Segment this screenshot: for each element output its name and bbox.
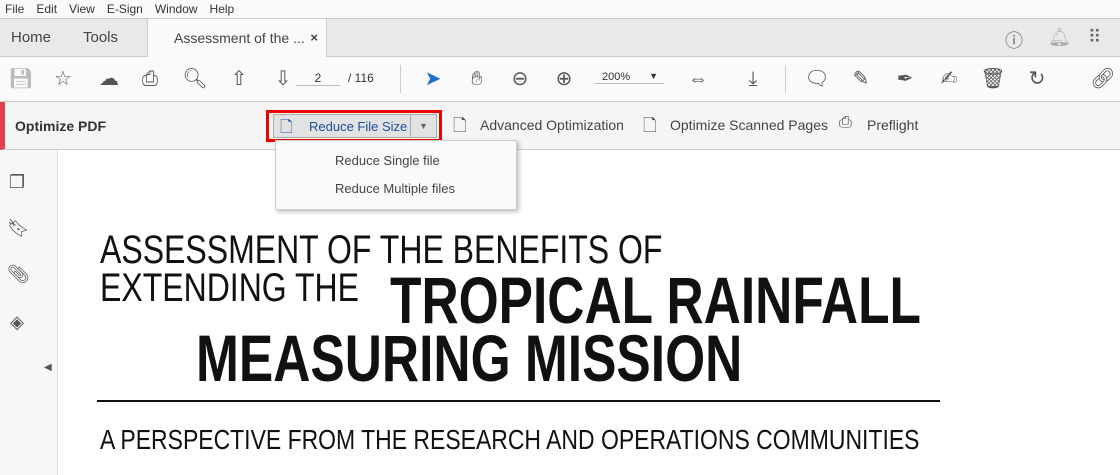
apps-grid-icon[interactable]: ⠿ — [1088, 27, 1101, 48]
tab-tools[interactable]: Tools — [83, 19, 118, 57]
chevron-down-icon: ▼ — [649, 71, 658, 81]
menu-file[interactable]: File — [0, 2, 31, 16]
zoom-in-icon[interactable]: ⊕ — [551, 66, 577, 92]
tab-home[interactable]: Home — [11, 19, 51, 57]
toolbar: 💾︎ ☆ ☁ ⎙ 🔍︎ ⇧ ⇩ 2 / 116 ➤ ✋︎ ⊖ ⊕ 200% ▼ ⇔… — [0, 57, 1120, 102]
collapse-panel-icon[interactable]: ◀ — [44, 362, 52, 373]
page-total: / 116 — [348, 71, 374, 85]
comment-icon[interactable]: 🗨︎ — [804, 66, 830, 92]
menu-view[interactable]: View — [64, 2, 102, 16]
reduce-dropdown-menu: Reduce Single file Reduce Multiple files — [275, 140, 517, 210]
preflight-icon: ⎙ — [839, 114, 852, 131]
pages-icon[interactable]: ❐ — [7, 172, 27, 193]
share-link-icon[interactable]: 🔗︎ — [1090, 66, 1116, 92]
hand-icon[interactable]: ✋︎ — [464, 66, 490, 92]
zoom-out-icon[interactable]: ⊖ — [507, 66, 533, 92]
menu-esign[interactable]: E-Sign — [102, 2, 150, 16]
fit-page-icon[interactable]: ⇔ — [685, 66, 711, 92]
left-panel: ❐ 🔖︎ 📎︎ ◈ ◀ — [0, 150, 58, 475]
help-icon[interactable]: ⓘ — [1005, 27, 1023, 53]
page-up-icon[interactable]: ⇧ — [226, 66, 252, 92]
optimize-title: Optimize PDF — [15, 118, 107, 134]
close-icon[interactable]: × — [310, 19, 318, 57]
sign-icon[interactable]: ✒ — [892, 66, 918, 92]
tab-document-label: Assessment of the ... — [174, 30, 305, 46]
upload-cloud-icon[interactable]: ☁ — [96, 66, 122, 92]
page-number-input[interactable]: 2 — [296, 71, 340, 86]
bookmark-icon[interactable]: 🔖︎ — [7, 218, 30, 239]
divider — [97, 400, 940, 402]
menu-item-reduce-single[interactable]: Reduce Single file — [335, 153, 440, 168]
doc-subtitle: A PERSPECTIVE FROM THE RESEARCH AND OPER… — [100, 424, 920, 455]
reduce-file-size-label: Reduce File Size — [309, 119, 408, 134]
star-icon[interactable]: ☆ — [50, 66, 76, 92]
zoom-select[interactable]: 200% ▼ — [594, 71, 664, 84]
tab-document[interactable]: Assessment of the ... × — [147, 19, 327, 58]
menu-window[interactable]: Window — [150, 2, 205, 16]
menu-help[interactable]: Help — [205, 2, 242, 16]
menu-item-reduce-multiple[interactable]: Reduce Multiple files — [335, 181, 455, 196]
optimize-scanned-button[interactable]: Optimize Scanned Pages — [670, 117, 828, 133]
select-cursor-icon[interactable]: ➤ — [420, 66, 446, 92]
menu-edit[interactable]: Edit — [31, 2, 64, 16]
doc-title-line2a: EXTENDING THE — [100, 266, 359, 310]
menu-bar: File Edit View E-Sign Window Help — [0, 0, 1120, 18]
highlight-icon[interactable]: ✎ — [848, 66, 874, 92]
print-icon[interactable]: ⎙ — [137, 66, 163, 92]
chevron-down-icon[interactable]: ▼ — [410, 115, 436, 137]
attachment-icon[interactable]: 📎︎ — [7, 264, 30, 285]
search-icon[interactable]: 🔍︎ — [182, 66, 208, 92]
zoom-value: 200% — [602, 71, 631, 83]
divider — [785, 65, 786, 93]
tab-bar: Home Tools Assessment of the ... × ⓘ 🔔︎ ⠿ — [0, 18, 1120, 58]
scan-icon: 🗋︎ — [643, 116, 657, 135]
rotate-icon[interactable]: ↻ — [1024, 66, 1050, 92]
preflight-button[interactable]: Preflight — [867, 117, 918, 133]
save-icon[interactable]: 💾︎ — [8, 66, 34, 92]
bell-icon[interactable]: 🔔︎ — [1048, 27, 1071, 48]
reduce-file-size-button[interactable]: 🗋︎ Reduce File Size ▼ — [273, 114, 437, 138]
trash-icon[interactable]: 🗑︎ — [980, 66, 1006, 92]
edit-pdf-icon[interactable]: ✍︎ — [936, 66, 962, 92]
advanced-optimization-icon: 🗋︎ — [453, 116, 467, 135]
doc-title-line3: MEASURING MISSION — [196, 321, 743, 395]
scroll-mode-icon[interactable]: ⤓ — [740, 66, 766, 92]
layers-icon[interactable]: ◈ — [7, 312, 27, 333]
divider — [400, 65, 401, 93]
advanced-optimization-button[interactable]: Advanced Optimization — [480, 117, 624, 133]
page-down-icon[interactable]: ⇩ — [270, 66, 296, 92]
reduce-file-icon: 🗋︎ — [280, 119, 293, 136]
